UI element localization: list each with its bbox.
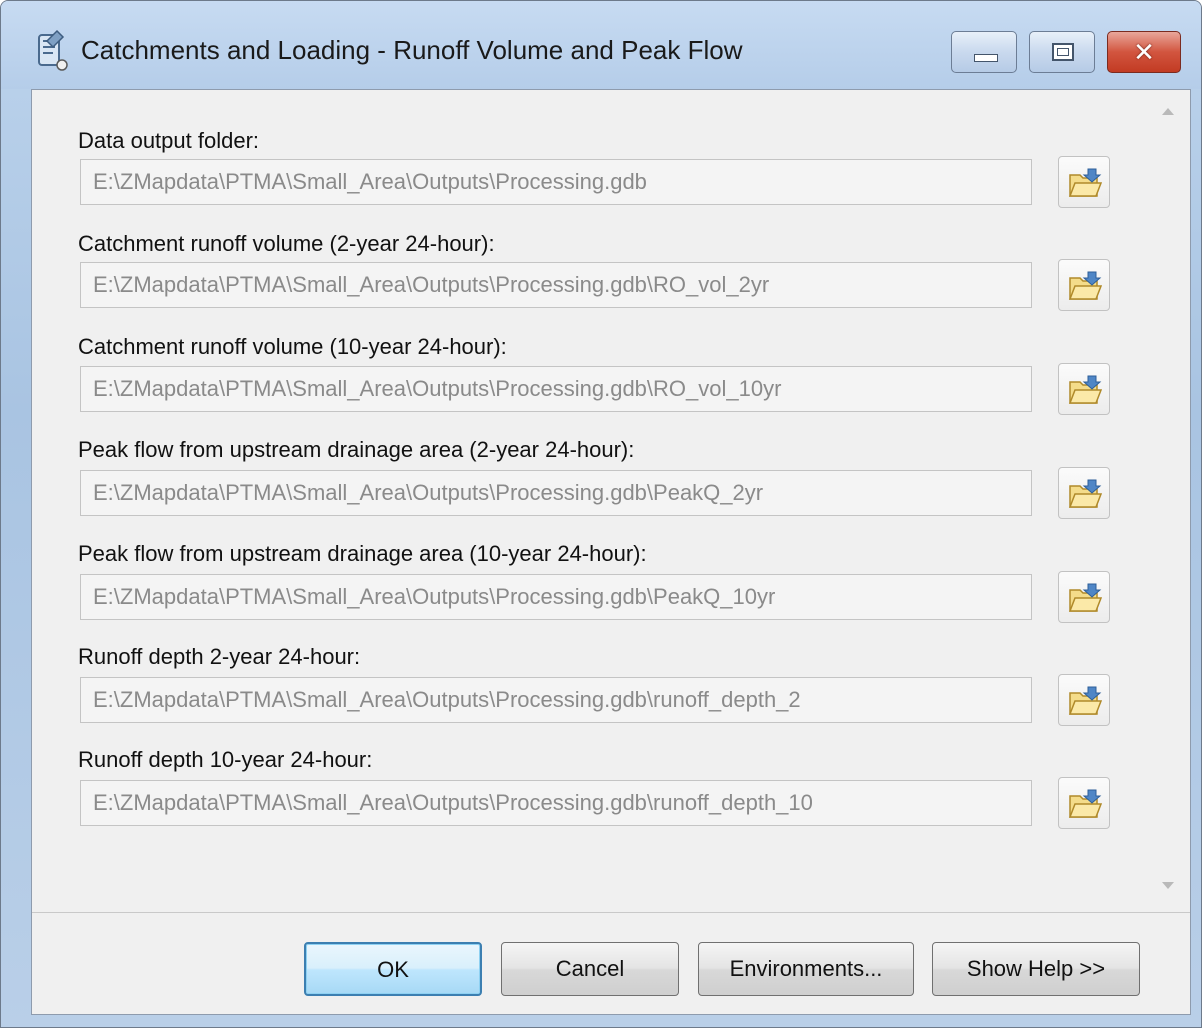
toolbox-script-icon	[31, 29, 71, 73]
peak-flow-10yr-input[interactable]: E:\ZMapdata\PTMA\Small_Area\Outputs\Proc…	[80, 574, 1032, 620]
open-folder-icon	[1068, 168, 1102, 197]
peak-flow-2yr-input[interactable]: E:\ZMapdata\PTMA\Small_Area\Outputs\Proc…	[80, 470, 1032, 516]
scroll-up-arrow-icon[interactable]	[1162, 108, 1174, 115]
browse-button-runoff-volume-2yr[interactable]	[1058, 259, 1110, 311]
open-folder-icon	[1068, 375, 1102, 404]
close-icon: ✕	[1133, 37, 1155, 67]
dialog-client-area: Data output folder: E:\ZMapdata\PTMA\Sma…	[31, 89, 1191, 1015]
maximize-button[interactable]	[1029, 31, 1095, 73]
browse-button-data-output-folder[interactable]	[1058, 156, 1110, 208]
parameters-pane: Data output folder: E:\ZMapdata\PTMA\Sma…	[32, 90, 1142, 912]
field-label-runoff-volume-2yr: Catchment runoff volume (2-year 24-hour)…	[78, 231, 495, 256]
minimize-button[interactable]	[951, 31, 1017, 73]
browse-button-peak-flow-10yr[interactable]	[1058, 571, 1110, 623]
field-label-runoff-depth-10yr: Runoff depth 10-year 24-hour:	[78, 747, 373, 772]
cancel-button[interactable]: Cancel	[501, 942, 679, 996]
browse-button-runoff-depth-10yr[interactable]	[1058, 777, 1110, 829]
field-label-data-output-folder: Data output folder:	[78, 128, 260, 153]
scroll-down-arrow-icon[interactable]	[1162, 882, 1174, 889]
data-output-folder-input[interactable]: E:\ZMapdata\PTMA\Small_Area\Outputs\Proc…	[80, 159, 1032, 205]
open-folder-icon	[1068, 686, 1102, 715]
ok-button[interactable]: OK	[304, 942, 482, 996]
field-label-runoff-depth-2yr: Runoff depth 2-year 24-hour:	[78, 644, 361, 669]
maximize-icon	[1052, 43, 1074, 61]
field-label-peak-flow-2yr: Peak flow from upstream drainage area (2…	[78, 437, 635, 462]
runoff-depth-10yr-input[interactable]: E:\ZMapdata\PTMA\Small_Area\Outputs\Proc…	[80, 780, 1032, 826]
open-folder-icon	[1068, 479, 1102, 508]
runoff-volume-2yr-input[interactable]: E:\ZMapdata\PTMA\Small_Area\Outputs\Proc…	[80, 262, 1032, 308]
minimize-icon	[974, 54, 998, 62]
environments-button[interactable]: Environments...	[698, 942, 914, 996]
runoff-depth-2yr-input[interactable]: E:\ZMapdata\PTMA\Small_Area\Outputs\Proc…	[80, 677, 1032, 723]
runoff-volume-10yr-input[interactable]: E:\ZMapdata\PTMA\Small_Area\Outputs\Proc…	[80, 366, 1032, 412]
close-button[interactable]: ✕	[1107, 31, 1181, 73]
browse-button-peak-flow-2yr[interactable]	[1058, 467, 1110, 519]
button-bar-divider	[32, 912, 1190, 913]
show-help-button[interactable]: Show Help >>	[932, 942, 1140, 996]
field-label-peak-flow-10yr: Peak flow from upstream drainage area (1…	[78, 541, 647, 566]
field-label-runoff-volume-10yr: Catchment runoff volume (10-year 24-hour…	[78, 334, 507, 359]
browse-button-runoff-depth-2yr[interactable]	[1058, 674, 1110, 726]
open-folder-icon	[1068, 789, 1102, 818]
browse-button-runoff-volume-10yr[interactable]	[1058, 363, 1110, 415]
tool-dialog-window: Catchments and Loading - Runoff Volume a…	[0, 0, 1202, 1028]
title-bar[interactable]: Catchments and Loading - Runoff Volume a…	[1, 1, 1201, 89]
open-folder-icon	[1068, 271, 1102, 300]
open-folder-icon	[1068, 583, 1102, 612]
window-title: Catchments and Loading - Runoff Volume a…	[81, 35, 743, 65]
vertical-scrollbar[interactable]	[1150, 90, 1190, 912]
